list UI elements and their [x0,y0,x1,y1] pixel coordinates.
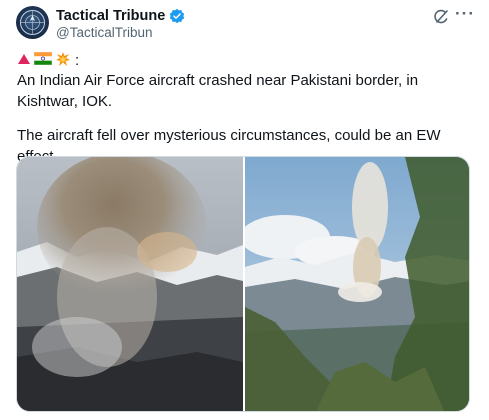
emoji-row: : [17,51,80,72]
media-grid [16,156,470,412]
post-text-line1: An Indian Air Force aircraft crashed nea… [17,72,419,110]
india-flag-icon [33,51,53,70]
name-row: Tactical Tribune [56,8,185,24]
emoji-colon: : [75,52,80,69]
collision-icon [55,51,71,72]
smoke-over-mountains-photo-left[interactable] [17,157,243,411]
verified-badge-icon [169,8,185,24]
tweet-post: Tactical Tribune @TacticalTribun ···: A… [0,0,489,420]
more-options-icon[interactable]: ··· [455,4,475,24]
grok-icon[interactable] [432,8,450,26]
account-handle[interactable]: @TacticalTribun [56,25,152,40]
display-name[interactable]: Tactical Tribune [56,8,165,24]
red-triangle-icon [17,52,31,71]
smoke-over-mountains-photo-right[interactable] [240,157,469,411]
avatar[interactable] [16,6,49,39]
